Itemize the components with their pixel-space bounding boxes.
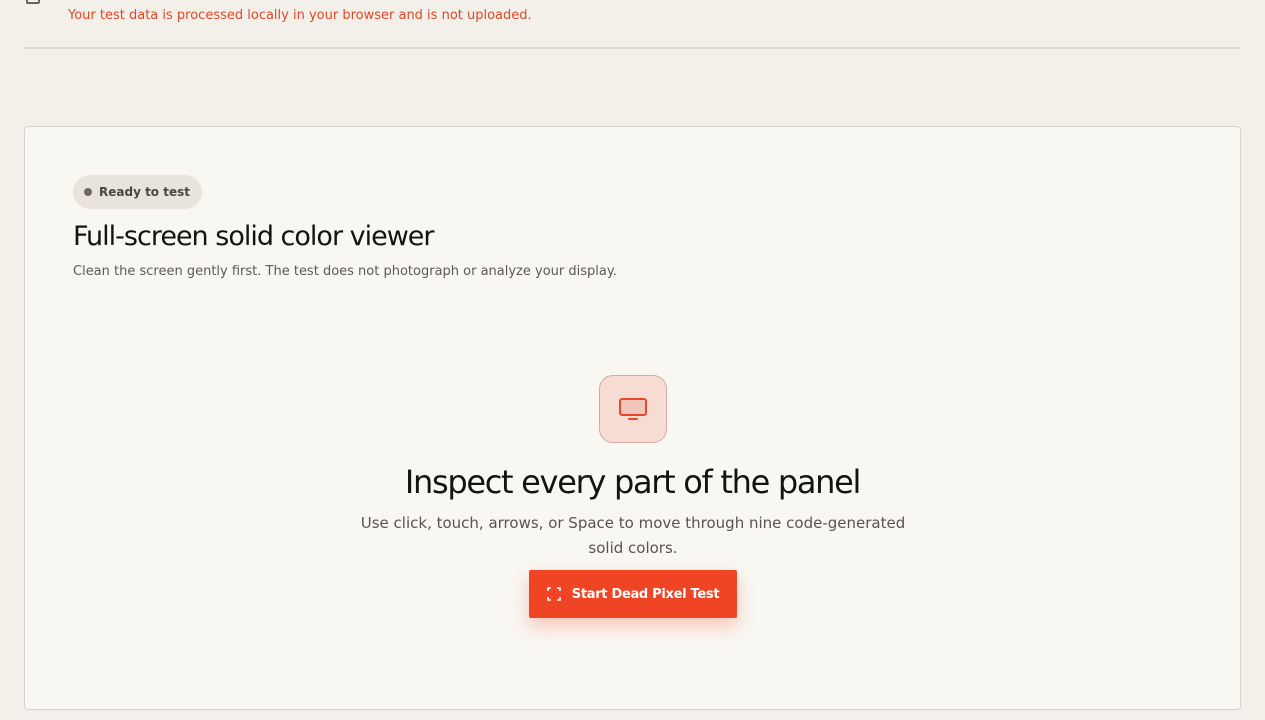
status-badge: Ready to test xyxy=(73,175,202,209)
hero-description: Use click, touch, arrows, or Space to mo… xyxy=(360,514,906,557)
start-button-label: Start Dead Pixel Test xyxy=(571,586,720,602)
status-dot-icon xyxy=(84,188,92,196)
hero-title: Inspect every part of the panel xyxy=(404,463,862,501)
status-text: Ready to test xyxy=(99,185,190,199)
section-divider xyxy=(24,47,1241,49)
dead-pixel-test-panel: Ready to test Full-screen solid color vi… xyxy=(24,126,1241,710)
panel-subtitle: Clean the screen gently first. The test … xyxy=(73,264,617,279)
panel-title: Full-screen solid color viewer xyxy=(73,221,435,252)
privacy-checkbox[interactable] xyxy=(26,0,40,4)
monitor-icon-tile xyxy=(599,375,667,443)
start-dead-pixel-test-button[interactable]: Start Dead Pixel Test xyxy=(529,570,737,618)
privacy-notice: Your test data is processed locally in y… xyxy=(0,0,1265,48)
privacy-note: Your test data is processed locally in y… xyxy=(68,8,532,23)
monitor-icon xyxy=(619,398,647,420)
fullscreen-icon xyxy=(546,587,561,601)
